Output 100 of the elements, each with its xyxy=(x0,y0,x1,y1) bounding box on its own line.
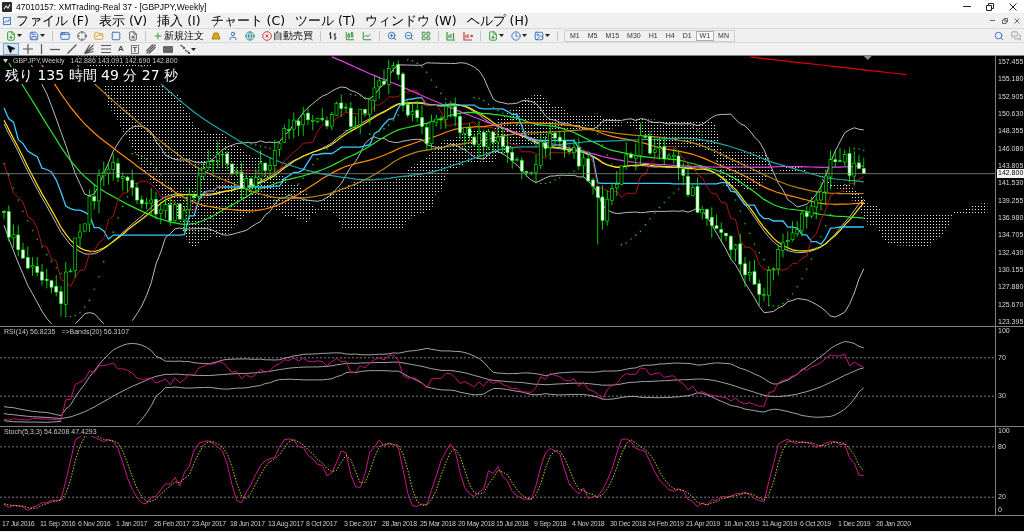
zoom-out-icon xyxy=(404,30,414,41)
sar-point xyxy=(558,176,561,179)
sar-point xyxy=(302,177,305,180)
caret-icon xyxy=(545,34,550,37)
folder-icon xyxy=(94,30,104,41)
arrows-icon xyxy=(180,44,191,54)
minimize-icon xyxy=(990,20,995,21)
sar-point xyxy=(544,182,547,185)
crosshair-icon xyxy=(23,44,33,54)
sar-point xyxy=(216,212,219,215)
sar-point xyxy=(311,163,314,166)
sar-point xyxy=(36,238,39,241)
menu-item[interactable]: チャート (C) xyxy=(205,13,291,28)
sar-point xyxy=(796,285,799,288)
sar-point xyxy=(145,158,148,161)
sar-point xyxy=(620,243,623,246)
clock-icon xyxy=(511,30,521,41)
auto-trading-button[interactable]: 自動売買 xyxy=(259,29,316,42)
stop-sign-icon xyxy=(262,30,272,41)
sar-point xyxy=(501,112,504,115)
sar-point xyxy=(729,187,732,190)
minimize-icon xyxy=(962,6,971,7)
bar-chart-icon xyxy=(328,30,338,41)
sar-point xyxy=(530,139,533,142)
sar-point xyxy=(786,298,789,301)
caret-icon xyxy=(17,34,22,37)
sar-point xyxy=(397,114,400,117)
triangle-icon[interactable] xyxy=(3,59,8,63)
sar-point xyxy=(587,124,590,127)
window-button[interactable] xyxy=(57,29,73,42)
sar-point xyxy=(468,146,471,149)
square-icon xyxy=(111,30,121,41)
sar-point xyxy=(349,93,352,96)
menu-item[interactable]: ファイル (F) xyxy=(11,13,94,28)
grid-icon xyxy=(421,30,431,41)
channel-tool-button[interactable] xyxy=(98,43,114,55)
sar-point xyxy=(169,186,172,189)
sar-point xyxy=(767,304,770,307)
restore-icon xyxy=(985,2,994,11)
bar-graph-icon xyxy=(446,30,456,41)
sar-point xyxy=(425,71,428,74)
sar-point xyxy=(387,124,390,127)
menu-item[interactable]: 挿入 (I) xyxy=(152,13,206,28)
sar-point xyxy=(463,147,466,150)
sar-point xyxy=(321,152,324,155)
sar-point xyxy=(805,268,808,271)
sar-point xyxy=(31,229,34,232)
sar-point xyxy=(853,147,856,150)
sar-point xyxy=(140,155,143,158)
sar-point xyxy=(639,230,642,233)
file-plus-icon xyxy=(6,30,16,41)
auto-scroll-button[interactable] xyxy=(460,29,476,42)
chat-icon xyxy=(1011,30,1021,41)
menu-item[interactable]: ヘルプ (H) xyxy=(461,13,534,28)
sar-point xyxy=(50,260,53,263)
person-icon xyxy=(228,30,238,41)
new-order-button[interactable]: 新規注文 xyxy=(150,29,207,42)
sar-point xyxy=(197,230,200,233)
text-tool-button[interactable]: A xyxy=(115,43,127,55)
picture-icon xyxy=(534,30,544,41)
globe-button[interactable] xyxy=(242,29,258,42)
sar-point xyxy=(406,58,409,61)
sar-point xyxy=(88,299,91,302)
menu-item[interactable]: ウィンドウ (W) xyxy=(360,13,462,28)
chart-window-icon[interactable] xyxy=(3,16,11,25)
search-icon xyxy=(994,30,1004,41)
menu-item[interactable]: 表示 (V) xyxy=(93,13,153,28)
caret-icon xyxy=(191,47,197,51)
sar-point xyxy=(159,173,162,176)
window-title: 47010157: XMTrading-Real 37 - [GBPJPY,Weekly] xyxy=(16,1,208,12)
globe-icon xyxy=(245,30,255,41)
sar-point xyxy=(563,174,566,177)
close-icon xyxy=(1013,17,1020,24)
sar-point xyxy=(748,232,751,235)
plus-icon xyxy=(153,30,163,41)
sar-point xyxy=(862,149,865,152)
sar-point xyxy=(829,213,832,216)
zoom-in-icon xyxy=(387,30,397,41)
crosshair-button[interactable] xyxy=(74,29,90,42)
sar-point xyxy=(226,198,229,201)
ingot-button[interactable] xyxy=(208,29,224,42)
ingot-icon xyxy=(211,31,221,40)
cursor-icon xyxy=(6,44,16,54)
restore-icon xyxy=(1001,17,1008,24)
sar-point xyxy=(121,205,124,208)
rectangle-icon xyxy=(163,45,174,53)
sar-point xyxy=(340,135,343,138)
sar-point xyxy=(487,103,490,106)
horizontal-line-icon xyxy=(50,47,60,51)
sar-point xyxy=(672,192,675,195)
sar-point xyxy=(416,62,419,65)
fan-tool-button[interactable] xyxy=(81,43,97,55)
vertical-line-icon xyxy=(40,44,43,54)
caret-icon xyxy=(40,34,45,37)
cursor-tool-button[interactable] xyxy=(3,43,19,55)
periods-button[interactable] xyxy=(508,29,530,42)
sar-point xyxy=(235,187,238,190)
sar-point xyxy=(549,181,552,184)
file-plus-icon xyxy=(488,30,498,41)
menu-item[interactable]: ツール (T) xyxy=(290,13,361,28)
